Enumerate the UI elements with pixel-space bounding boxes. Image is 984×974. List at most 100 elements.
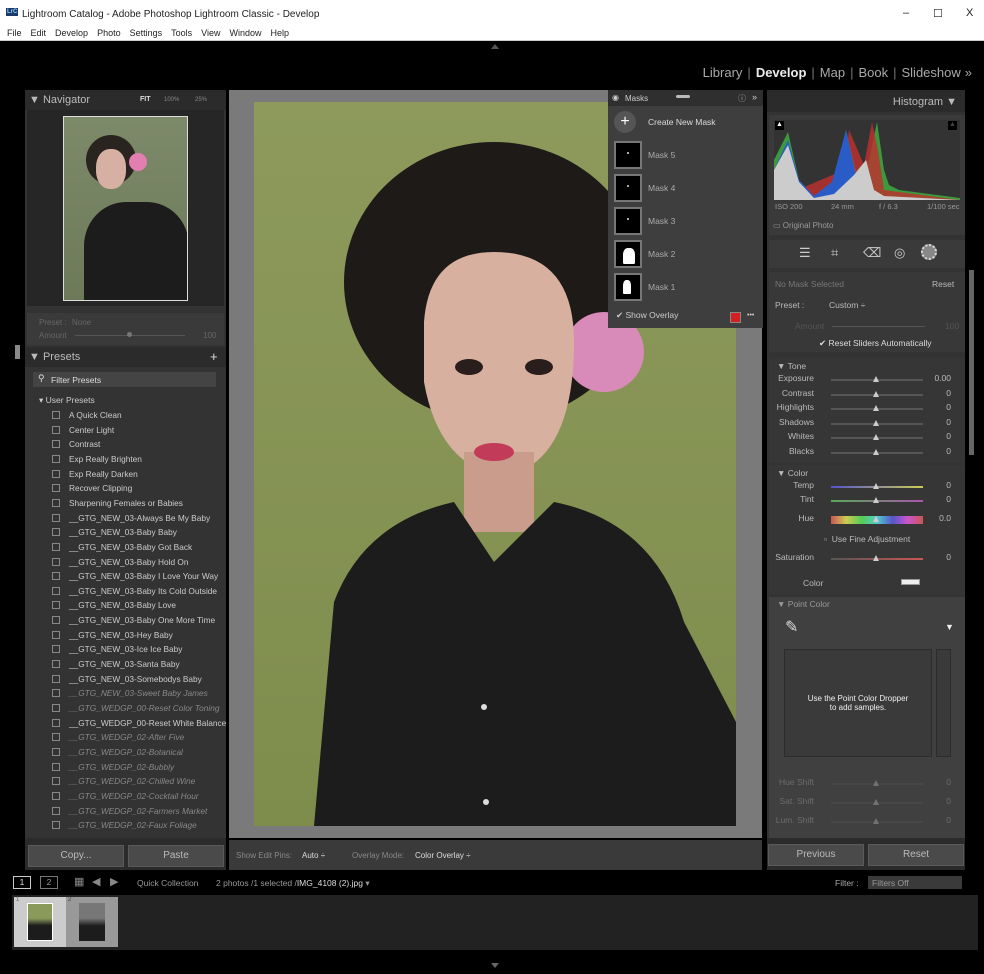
preset-item[interactable]: __GTG_NEW_03-Somebodys Baby (52, 674, 202, 688)
mask-item[interactable]: Mask 2 (614, 240, 764, 270)
overlay-color-swatch[interactable] (730, 312, 741, 323)
original-photo-toggle[interactable]: ▭ Original Photo (773, 221, 833, 230)
edit-pins-dropdown[interactable]: Auto ÷ (302, 851, 325, 860)
preset-item[interactable]: __GTG_NEW_03-Always Be My Baby (52, 513, 210, 527)
slider-knob[interactable] (873, 483, 879, 489)
menu-window[interactable]: Window (230, 28, 262, 38)
mask-item[interactable]: Mask 1 (614, 273, 764, 303)
slider-row[interactable]: Hue Shift 0 (769, 777, 959, 791)
navigator-thumbnail[interactable] (63, 116, 188, 301)
more-modules-button[interactable]: » (965, 65, 972, 80)
slider-row[interactable]: Contrast 0 (769, 388, 959, 402)
menu-edit[interactable]: Edit (31, 28, 47, 38)
preset-item[interactable]: Center Light (52, 425, 114, 439)
point-color-header[interactable]: ▼ Point Color (777, 599, 830, 609)
slider-value[interactable]: 0 (946, 777, 951, 787)
color-swatch[interactable] (901, 579, 920, 585)
module-book[interactable]: Book (858, 65, 888, 80)
slider-knob[interactable] (873, 516, 879, 522)
preset-item[interactable]: __GTG_NEW_03-Santa Baby (52, 659, 180, 673)
color-header[interactable]: ▼ Color (777, 468, 808, 478)
preset-item[interactable]: A Quick Clean (52, 410, 122, 424)
menu-view[interactable]: View (201, 28, 220, 38)
module-library[interactable]: Library (703, 65, 743, 80)
filmstrip-source[interactable]: Quick Collection (137, 878, 198, 888)
preset-item[interactable]: Exp Really Brighten (52, 454, 142, 468)
slider-knob[interactable] (873, 449, 879, 455)
right-scrollbar[interactable] (969, 270, 974, 455)
user-presets-group[interactable]: ▾ User Presets (39, 395, 95, 406)
copy-button[interactable]: Copy... (28, 845, 124, 867)
preset-item[interactable]: __GTG_WEDGP_02-Faux Foliage (52, 820, 197, 834)
panel-drag-handle[interactable] (676, 95, 690, 98)
preset-item[interactable]: __GTG_NEW_03-Ice Ice Baby (52, 644, 182, 658)
slider-value[interactable]: 0 (946, 446, 951, 456)
slider-value[interactable]: 0 (946, 815, 951, 825)
filter-presets-input[interactable]: ⚲ Filter Presets (33, 372, 216, 387)
preset-item[interactable]: __GTG_WEDGP_00-Reset White Balance (52, 718, 226, 732)
slider-row[interactable]: Sat. Shift 0 (769, 796, 959, 810)
mask-preset-dropdown[interactable]: Custom ÷ (829, 300, 865, 310)
slider-value[interactable]: 0 (946, 796, 951, 806)
maximize-button[interactable]: ☐ (933, 7, 943, 20)
zoom-25[interactable]: 25% (195, 97, 207, 103)
slider-row[interactable]: Blacks 0 (769, 446, 959, 460)
slider-knob[interactable] (873, 376, 879, 382)
slider-row[interactable]: Hue 0.0 (769, 513, 959, 527)
slider-value[interactable]: 0 (946, 494, 951, 504)
eraser-icon[interactable]: ⌫ (863, 245, 881, 261)
menu-photo[interactable]: Photo (97, 28, 121, 38)
slider-value[interactable]: 0 (946, 552, 951, 562)
slider-row[interactable]: Highlights 0 (769, 402, 959, 416)
slider-row[interactable]: Whites 0 (769, 431, 959, 445)
histogram-header[interactable]: Histogram ▼ (767, 90, 965, 112)
slider-row[interactable]: Tint 0 (769, 494, 959, 508)
module-slideshow[interactable]: Slideshow (902, 65, 961, 80)
crop-icon[interactable]: ⌗ (831, 245, 838, 261)
add-preset-button[interactable]: + (210, 349, 218, 364)
preset-item[interactable]: __GTG_WEDGP_02-Farmers Market (52, 806, 207, 820)
slider-knob[interactable] (873, 497, 879, 503)
fine-adjustment-checkbox[interactable]: ▫ Use Fine Adjustment (824, 534, 910, 544)
slider-value[interactable]: 0 (946, 417, 951, 427)
slider-knob[interactable] (873, 390, 879, 397)
filmstrip-thumb-2[interactable]: 2 (66, 897, 118, 947)
grid-view-icon[interactable]: ▦ (74, 875, 84, 888)
preset-item[interactable]: Sharpening Females or Babies (52, 498, 183, 512)
preset-item[interactable]: __GTG_WEDGP_02-Bubbly (52, 762, 174, 776)
left-panel-scrollbar[interactable] (15, 345, 20, 359)
slider-knob[interactable] (873, 555, 879, 561)
amount-slider[interactable] (75, 332, 185, 337)
edit-sliders-icon[interactable]: ☰ (799, 245, 811, 261)
module-develop[interactable]: Develop (756, 65, 807, 80)
slider-row[interactable]: Exposure 0.00 (769, 373, 959, 387)
preset-item[interactable]: Exp Really Darken (52, 469, 138, 483)
menu-settings[interactable]: Settings (130, 28, 163, 38)
back-arrow-icon[interactable]: ◀ (92, 875, 100, 888)
slider-knob[interactable] (873, 419, 879, 426)
second-window-button[interactable]: 2 (40, 876, 58, 889)
filmstrip-thumb-1[interactable]: 1 (14, 897, 66, 947)
slider-knob[interactable] (873, 780, 879, 786)
preset-item[interactable]: __GTG_NEW_03-Baby Baby (52, 527, 177, 541)
preset-item[interactable]: __GTG_WEDGP_02-Botanical (52, 747, 183, 761)
zoom-fit[interactable]: FIT (140, 96, 151, 103)
slider-value[interactable]: 0 (946, 388, 951, 398)
reset-sliders-checkbox[interactable]: ✔ Reset Sliders Automatically (819, 338, 931, 349)
slider-value[interactable]: 0.0 (939, 513, 951, 523)
more-options-icon[interactable]: ••• (747, 312, 754, 319)
module-map[interactable]: Map (820, 65, 845, 80)
create-new-mask-button[interactable]: + Create New Mask (614, 111, 754, 133)
preset-item[interactable]: __GTG_WEDGP_02-After Five (52, 732, 184, 746)
red-eye-icon[interactable]: ◎ (894, 245, 905, 261)
filmstrip-info[interactable]: 2 photos /1 selected /IMG_4108 (2).jpg ▾ (216, 878, 370, 889)
preset-item[interactable]: __GTG_NEW_03-Baby Love (52, 600, 176, 614)
point-color-menu-icon[interactable]: ▼ (945, 622, 954, 632)
slider-value[interactable]: 0.00 (934, 373, 951, 383)
preset-item[interactable]: __GTG_NEW_03-Baby Got Back (52, 542, 192, 556)
slider-row[interactable]: Shadows 0 (769, 417, 959, 431)
slider-row[interactable]: Lum. Shift 0 (769, 815, 959, 829)
slider-knob[interactable] (873, 405, 879, 412)
preset-item[interactable]: __GTG_NEW_03-Sweet Baby James (52, 688, 208, 702)
slider-knob[interactable] (873, 818, 879, 824)
